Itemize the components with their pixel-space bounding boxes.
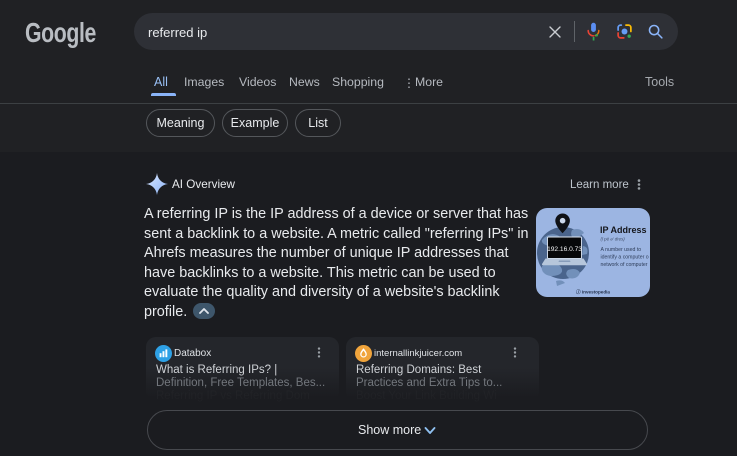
svg-text:A number used to: A number used to [601, 247, 642, 253]
svg-text:(ī pē ə' dres): (ī pē ə' dres) [601, 237, 626, 242]
svg-text:ⓘ Investopedia: ⓘ Investopedia [576, 289, 610, 296]
svg-text:192.16.0.73: 192.16.0.73 [547, 246, 582, 253]
svg-text:identify a computer o: identify a computer o [601, 255, 649, 261]
svg-text:network of computer: network of computer [601, 262, 648, 268]
svg-text:IP Address: IP Address [600, 225, 647, 235]
